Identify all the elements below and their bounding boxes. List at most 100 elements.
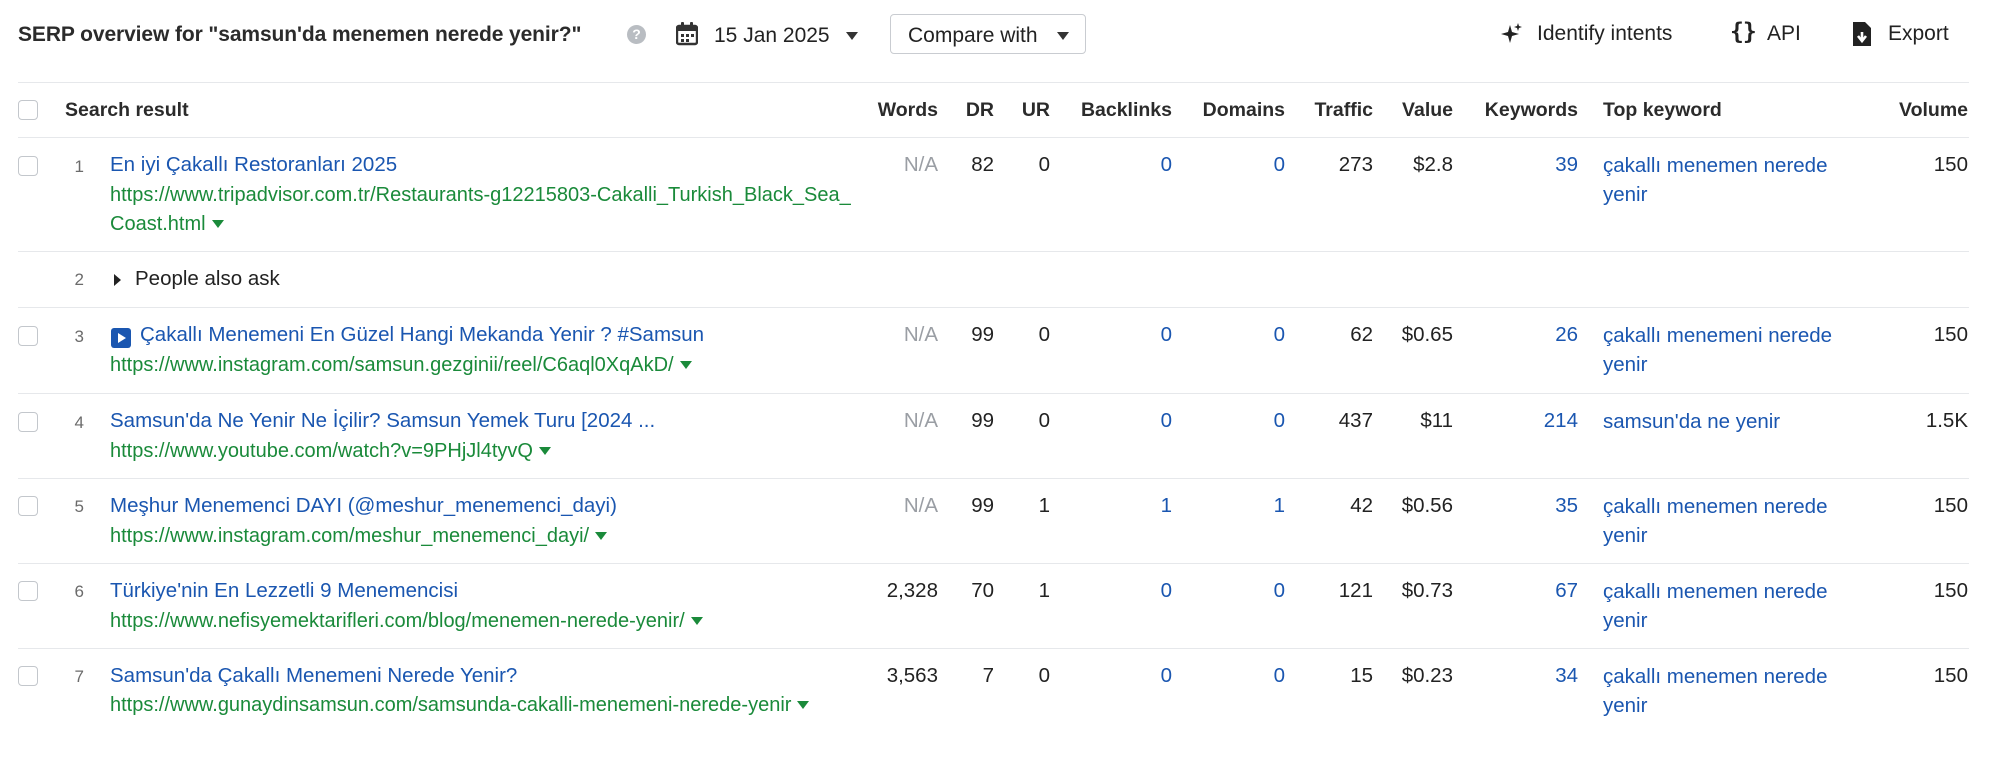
result-url-text: https://www.nefisyemektarifleri.com/blog… bbox=[110, 610, 685, 632]
words-value: 2,328 bbox=[886, 579, 938, 602]
row-checkbox[interactable] bbox=[18, 496, 38, 516]
chevron-down-icon[interactable] bbox=[538, 447, 551, 455]
page-title: SERP overview for "samsun'da menemen ner… bbox=[18, 23, 582, 46]
domains-link[interactable]: 0 bbox=[1172, 153, 1285, 177]
export-button[interactable]: Export bbox=[1851, 18, 1961, 52]
header-bar: SERP overview for "samsun'da menemen ner… bbox=[0, 0, 1999, 70]
select-all-checkbox[interactable] bbox=[18, 100, 38, 120]
chevron-down-icon[interactable] bbox=[595, 532, 608, 540]
result-url-link[interactable]: https://www.tripadvisor.com.tr/Restauran… bbox=[110, 181, 862, 239]
backlinks-link[interactable]: 1 bbox=[1050, 494, 1172, 518]
domains-link[interactable]: 0 bbox=[1172, 409, 1285, 433]
export-label: Export bbox=[1888, 22, 1949, 45]
result-title-link[interactable]: Türkiye'nin En Lezzetli 9 Menemencisi bbox=[110, 579, 458, 603]
divider bbox=[18, 251, 1969, 252]
column-header-backlinks[interactable]: Backlinks bbox=[1050, 99, 1172, 122]
volume-value: 150 bbox=[1933, 494, 1968, 517]
words-value: N/A bbox=[903, 494, 938, 517]
chevron-down-icon[interactable] bbox=[690, 617, 703, 625]
result-title-link[interactable]: Samsun'da Çakallı Menemeni Nerede Yenir? bbox=[110, 664, 517, 688]
volume-value: 150 bbox=[1933, 323, 1968, 346]
row-number: 2 bbox=[74, 270, 84, 289]
help-icon[interactable]: ? bbox=[627, 25, 646, 44]
backlinks-link[interactable]: 0 bbox=[1050, 323, 1172, 347]
domains-link[interactable]: 0 bbox=[1172, 579, 1285, 603]
row-checkbox[interactable] bbox=[18, 666, 38, 686]
words-value: N/A bbox=[903, 153, 938, 176]
top-keyword-link[interactable]: çakallı menemeni nerede yenir bbox=[1603, 321, 1863, 379]
keywords-link[interactable]: 67 bbox=[1453, 579, 1578, 603]
column-header-traffic[interactable]: Traffic bbox=[1285, 99, 1373, 122]
expand-caret-icon[interactable] bbox=[114, 274, 121, 286]
ur-value: 1 bbox=[1038, 494, 1050, 517]
backlinks-link[interactable]: 0 bbox=[1050, 664, 1172, 688]
column-header-dr[interactable]: DR bbox=[938, 99, 994, 122]
result-url-text: https://www.gunaydinsamsun.com/samsunda-… bbox=[110, 694, 792, 716]
top-keyword-link[interactable]: çakallı menemen nerede yenir bbox=[1603, 492, 1863, 550]
top-keyword-link[interactable]: çakallı menemen nerede yenir bbox=[1603, 662, 1863, 720]
traffic-value: 121 bbox=[1338, 579, 1373, 602]
backlinks-link[interactable]: 0 bbox=[1050, 153, 1172, 177]
divider bbox=[18, 648, 1969, 649]
result-title-link[interactable]: Samsun'da Ne Yenir Ne İçilir? Samsun Yem… bbox=[110, 409, 655, 433]
row-checkbox[interactable] bbox=[18, 581, 38, 601]
people-also-ask-toggle[interactable]: People also ask bbox=[135, 267, 280, 291]
chevron-down-icon[interactable] bbox=[797, 701, 810, 709]
ur-value: 0 bbox=[1038, 664, 1050, 687]
column-header-top-keyword[interactable]: Top keyword bbox=[1603, 99, 1722, 122]
result-url-link[interactable]: https://www.youtube.com/watch?v=9PHjJl4t… bbox=[110, 437, 862, 466]
value-value: $2.8 bbox=[1413, 153, 1453, 176]
column-header-ur[interactable]: UR bbox=[994, 99, 1050, 122]
column-header-domains[interactable]: Domains bbox=[1172, 99, 1285, 122]
result-url-link[interactable]: https://www.nefisyemektarifleri.com/blog… bbox=[110, 607, 862, 636]
keywords-link[interactable]: 34 bbox=[1453, 664, 1578, 688]
api-button[interactable]: {} API bbox=[1730, 18, 1815, 52]
result-title-link[interactable]: En iyi Çakallı Restoranları 2025 bbox=[110, 153, 397, 177]
ur-value: 0 bbox=[1038, 409, 1050, 432]
domains-link[interactable]: 0 bbox=[1172, 664, 1285, 688]
traffic-value: 437 bbox=[1338, 409, 1373, 432]
column-header-volume[interactable]: Volume bbox=[1860, 99, 1968, 122]
chevron-down-icon bbox=[1057, 32, 1069, 40]
result-title-link[interactable]: Meşhur Menemenci DAYI (@meshur_menemenci… bbox=[110, 494, 617, 518]
top-keyword-link[interactable]: çakallı menemen nerede yenir bbox=[1603, 577, 1863, 635]
identify-intents-button[interactable]: Identify intents bbox=[1500, 18, 1690, 52]
top-keyword-link[interactable]: çakallı menemen nerede yenir bbox=[1603, 151, 1863, 209]
value-value: $0.73 bbox=[1401, 579, 1453, 602]
row-number: 4 bbox=[74, 413, 84, 432]
result-title-link[interactable]: Çakallı Menemeni En Güzel Hangi Mekanda … bbox=[140, 323, 704, 347]
identify-intents-label: Identify intents bbox=[1537, 22, 1673, 45]
keywords-link[interactable]: 35 bbox=[1453, 494, 1578, 518]
chevron-down-icon[interactable] bbox=[211, 220, 224, 228]
date-label: 15 Jan 2025 bbox=[714, 24, 830, 47]
result-url-link[interactable]: https://www.gunaydinsamsun.com/samsunda-… bbox=[110, 691, 862, 720]
row-number: 1 bbox=[74, 157, 84, 176]
result-url-link[interactable]: https://www.instagram.com/samsun.gezgini… bbox=[110, 351, 862, 380]
result-url-link[interactable]: https://www.instagram.com/meshur_menemen… bbox=[110, 522, 862, 551]
column-header-value[interactable]: Value bbox=[1373, 99, 1453, 122]
compare-with-button[interactable]: Compare with bbox=[890, 14, 1086, 54]
row-checkbox[interactable] bbox=[18, 156, 38, 176]
dr-value: 70 bbox=[971, 579, 994, 602]
keywords-link[interactable]: 26 bbox=[1453, 323, 1578, 347]
dr-value: 7 bbox=[982, 664, 994, 687]
domains-link[interactable]: 0 bbox=[1172, 323, 1285, 347]
backlinks-link[interactable]: 0 bbox=[1050, 579, 1172, 603]
top-keyword-link[interactable]: samsun'da ne yenir bbox=[1603, 407, 1863, 436]
keywords-link[interactable]: 39 bbox=[1453, 153, 1578, 177]
column-header-search-result[interactable]: Search result bbox=[65, 99, 189, 122]
domains-link[interactable]: 1 bbox=[1172, 494, 1285, 518]
backlinks-link[interactable]: 0 bbox=[1050, 409, 1172, 433]
traffic-value: 15 bbox=[1350, 664, 1373, 687]
words-value: 3,563 bbox=[886, 664, 938, 687]
divider bbox=[18, 393, 1969, 394]
row-checkbox[interactable] bbox=[18, 412, 38, 432]
column-header-words[interactable]: Words bbox=[838, 99, 938, 122]
video-play-icon bbox=[111, 328, 131, 348]
chevron-down-icon[interactable] bbox=[679, 361, 692, 369]
row-checkbox[interactable] bbox=[18, 326, 38, 346]
words-value: N/A bbox=[903, 409, 938, 432]
keywords-link[interactable]: 214 bbox=[1453, 409, 1578, 433]
column-header-keywords[interactable]: Keywords bbox=[1453, 99, 1578, 122]
row-number: 6 bbox=[74, 582, 84, 601]
